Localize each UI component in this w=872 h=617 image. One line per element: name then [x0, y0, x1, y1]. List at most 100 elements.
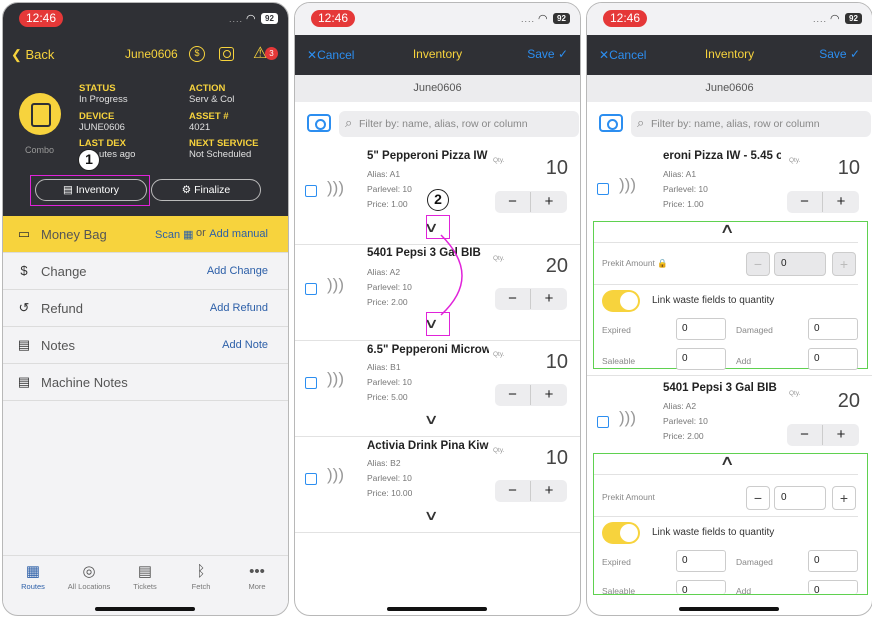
battery-icon: 92: [845, 13, 862, 24]
expired-input[interactable]: 0: [676, 550, 726, 572]
increment-button[interactable]: +: [823, 192, 859, 212]
prekit-decrement-button[interactable]: −: [746, 252, 770, 276]
next-service-info: NEXT SERVICE Not Scheduled: [189, 138, 259, 160]
item-price: Price: 5.00: [367, 392, 408, 402]
refund-row[interactable]: ↺ Refund Add Refund: [3, 290, 288, 327]
tab-locations-label: All Locations: [67, 582, 111, 591]
add-refund-link[interactable]: Add Refund: [210, 302, 268, 314]
chevron-down-icon[interactable]: ∨: [423, 411, 438, 428]
filter-input[interactable]: Filter by: name, alias, row or column: [339, 110, 579, 137]
saleable-input[interactable]: 0: [676, 580, 726, 596]
qty-stepper[interactable]: − +: [495, 191, 567, 213]
qty-stepper[interactable]: − +: [495, 288, 567, 310]
qty-stepper[interactable]: − +: [495, 480, 567, 502]
camera-icon[interactable]: [219, 47, 234, 61]
wireless-icon: ))): [327, 275, 344, 294]
decrement-button[interactable]: −: [495, 481, 531, 501]
back-button[interactable]: ❮ Back: [11, 47, 54, 63]
prekit-increment-button[interactable]: +: [832, 252, 856, 276]
prekit-input[interactable]: 0: [774, 252, 826, 276]
decrement-button[interactable]: −: [495, 385, 531, 405]
camera-icon[interactable]: [307, 114, 331, 132]
save-button[interactable]: Save ✓: [819, 47, 860, 61]
finalize-button[interactable]: ⚙ Finalize: [151, 179, 261, 201]
link-waste-toggle[interactable]: [602, 290, 640, 312]
qty-stepper[interactable]: − +: [787, 424, 859, 446]
tab-routes[interactable]: ▦ Routes: [5, 562, 61, 591]
item-alias: Alias: B1: [367, 362, 401, 372]
coin-icon: $: [20, 263, 28, 278]
tab-more[interactable]: ••• More: [229, 562, 285, 591]
machine-notes-row[interactable]: ▤ Machine Notes: [3, 364, 288, 401]
tab-all-locations[interactable]: ◎ All Locations: [61, 562, 117, 591]
asset-label: ASSET #: [189, 111, 229, 122]
map-icon: ▦: [25, 563, 41, 580]
damaged-input[interactable]: 0: [808, 318, 858, 340]
saleable-input[interactable]: 0: [676, 348, 726, 370]
camera-icon[interactable]: [599, 114, 623, 132]
item-qty: 10: [837, 157, 860, 179]
machine-info-panel: Combo STATUS In Progress ACTION Serv & C…: [3, 75, 288, 216]
damaged-input[interactable]: 0: [808, 550, 858, 572]
wireless-icon: ))): [327, 369, 344, 388]
notes-row[interactable]: ▤ Notes Add Note: [3, 327, 288, 364]
saleable-label: Saleable: [602, 586, 636, 596]
edit-icon[interactable]: [305, 473, 317, 485]
wireless-icon: ))): [619, 175, 636, 194]
decrement-button[interactable]: −: [495, 289, 531, 309]
home-indicator: [679, 607, 779, 611]
inventory-item: ))) eroni Pizza IW - 5.45 oz Alias: A1 P…: [587, 145, 872, 217]
edit-icon[interactable]: [597, 416, 609, 428]
prekit-decrement-button[interactable]: −: [746, 486, 770, 510]
increment-button[interactable]: +: [531, 481, 567, 501]
item-alias: Alias: A1: [367, 169, 401, 179]
add-change-link[interactable]: Add Change: [207, 265, 268, 277]
decrement-button[interactable]: −: [787, 192, 823, 212]
item-name: Activia Drink Pina Kiwi Pe: [367, 440, 489, 452]
dollar-icon[interactable]: $: [189, 46, 205, 62]
scan-button[interactable]: Scan ▦: [155, 228, 194, 241]
edit-icon[interactable]: [305, 283, 317, 295]
add-note-link[interactable]: Add Note: [222, 339, 268, 351]
prekit-increment-button[interactable]: +: [832, 486, 856, 510]
edit-icon[interactable]: [305, 377, 317, 389]
chevron-up-icon[interactable]: ∧: [719, 452, 734, 469]
qty-stepper[interactable]: − +: [787, 191, 859, 213]
link-waste-toggle[interactable]: [602, 522, 640, 544]
inventory-item: ))) Activia Drink Pina Kiwi Pe Alias: B2…: [295, 437, 580, 533]
expired-input[interactable]: 0: [676, 318, 726, 340]
prekit-label-text: Prekit Amount: [602, 258, 655, 268]
item-qty: 10: [545, 157, 568, 179]
add-input[interactable]: 0: [808, 580, 858, 596]
money-bag-row[interactable]: ▭ Money Bag Scan ▦ or Add manual: [3, 216, 288, 253]
change-row[interactable]: $ Change Add Change: [3, 253, 288, 290]
money-bag-label: Money Bag: [41, 227, 107, 242]
expanded-panel-1: ∧ Prekit Amount 🔒 − 0 + Link waste field…: [593, 220, 868, 370]
add-manual-link[interactable]: Add manual: [209, 228, 268, 240]
filter-input[interactable]: Filter by: name, alias, row or column: [631, 110, 871, 137]
edit-icon[interactable]: [305, 185, 317, 197]
decrement-button[interactable]: −: [787, 425, 823, 445]
tab-tickets[interactable]: ▤ Tickets: [117, 562, 173, 591]
increment-button[interactable]: +: [531, 192, 567, 212]
decrement-button[interactable]: −: [495, 192, 531, 212]
machine-subheader: June0606: [295, 75, 580, 102]
qty-label: Qty.: [789, 390, 801, 397]
increment-button[interactable]: +: [531, 385, 567, 405]
chevron-up-icon[interactable]: ∧: [719, 220, 734, 237]
save-button[interactable]: Save ✓: [527, 47, 568, 61]
increment-button[interactable]: +: [823, 425, 859, 445]
status-bar: 12:46 .... ◠ 92: [587, 3, 872, 35]
qty-stepper[interactable]: − +: [495, 384, 567, 406]
vending-machine-icon: [19, 93, 61, 135]
action-label: ACTION: [189, 83, 226, 94]
callout-1: 1: [78, 149, 100, 171]
increment-button[interactable]: +: [531, 289, 567, 309]
chevron-down-icon[interactable]: ∨: [423, 507, 438, 524]
tab-fetch[interactable]: ᛒ Fetch: [173, 562, 229, 591]
prekit-input[interactable]: 0: [774, 486, 826, 510]
machine-notes-label: Machine Notes: [41, 375, 128, 390]
edit-icon[interactable]: [597, 183, 609, 195]
add-input[interactable]: 0: [808, 348, 858, 370]
wireless-icon: ))): [619, 408, 636, 427]
